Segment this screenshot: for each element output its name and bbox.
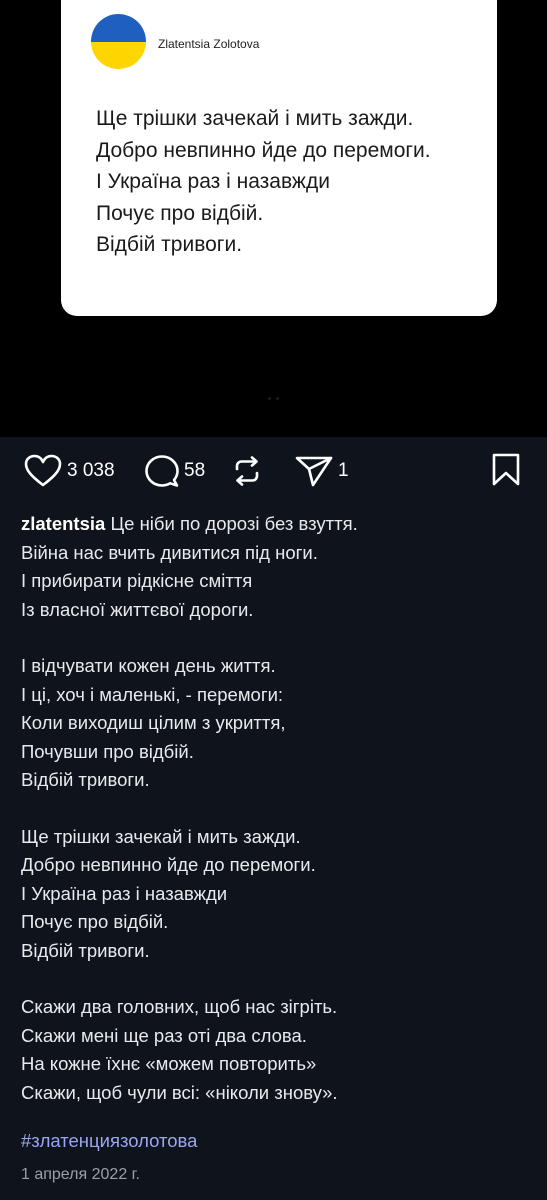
- avatar: [91, 14, 146, 69]
- share-button[interactable]: 1: [294, 454, 349, 488]
- caption-line: І ці, хоч і маленькі, - перемоги:: [21, 683, 284, 705]
- comment-icon: [145, 455, 179, 487]
- caption-line: Ще трішки зачекай і мить зажди.: [21, 825, 301, 847]
- bookmark-icon: [492, 453, 520, 486]
- caption-line: І Україна раз і назавжди: [21, 882, 228, 904]
- shares-count: 1: [338, 460, 349, 481]
- caption-line: Із власної життєвої дороги.: [21, 598, 254, 620]
- caption-line: Війна нас вчить дивитися під ноги.: [21, 541, 318, 563]
- post-date: 1 апреля 2022 г.: [21, 1166, 140, 1183]
- comment-button[interactable]: 58: [144, 454, 205, 488]
- bookmark-button[interactable]: [491, 453, 521, 492]
- like-button[interactable]: 3 038: [23, 454, 115, 488]
- card-poem: Ще трішки зачекай і мить зажди. Добро не…: [96, 103, 491, 261]
- card-author-name: Zlatentsia Zolotova: [158, 37, 260, 51]
- card-poem-line: Почує про відбій.: [96, 201, 264, 225]
- post-details: 3 038 58 1 zlatentsia Це ніби по дорозі …: [0, 437, 547, 1200]
- caption-line: Скажи мені ще раз оті два слова.: [21, 1024, 307, 1046]
- carousel-dots: [0, 397, 547, 400]
- quote-card: Zlatentsia Zolotova Ще трішки зачекай і …: [61, 0, 497, 316]
- likes-count: 3 038: [67, 460, 115, 481]
- post-media[interactable]: Zlatentsia Zolotova Ще трішки зачекай і …: [0, 0, 547, 437]
- caption-line: Скажи два головних, щоб нас зігріть.: [21, 996, 338, 1017]
- post-caption: zlatentsia Це ніби по дорозі без взуття.…: [21, 510, 531, 1107]
- caption-line: І прибирати рідкісне сміття: [21, 570, 253, 591]
- caption-line: Почує про відбій.: [21, 911, 169, 932]
- send-icon: [295, 456, 333, 487]
- caption-first-line: zlatentsia Це ніби по дорозі без взуття.: [21, 510, 531, 539]
- card-poem-line: Відбій тривоги.: [96, 233, 243, 256]
- comments-count: 58: [184, 460, 206, 481]
- caption-line: На кожне їхнє «можем повторить»: [21, 1053, 317, 1074]
- carousel-dot: [268, 397, 271, 400]
- card-poem-line: І Україна раз і назавжди: [96, 170, 330, 193]
- heart-icon: [24, 454, 62, 487]
- stanza-gap: [21, 795, 531, 823]
- repost-icon: [235, 456, 259, 486]
- card-poem-line: Добро невпинно йде до перемоги.: [96, 138, 431, 162]
- repost-button[interactable]: [230, 454, 264, 488]
- carousel-dot: [276, 397, 279, 400]
- hashtag-link[interactable]: #златенциязолотова: [21, 1130, 197, 1152]
- stanza-gap: [21, 624, 531, 652]
- caption-line: Почувши про відбій.: [21, 740, 194, 762]
- caption-line: Відбій тривоги.: [21, 939, 150, 961]
- stanza-gap: [21, 965, 531, 993]
- action-bar: 3 038 58 1: [0, 437, 547, 503]
- caption-line: Відбій тривоги.: [21, 769, 150, 790]
- caption-line: Коли виходиш цілим з укриття,: [21, 712, 286, 733]
- caption-line: Це ніби по дорозі без взуття.: [110, 513, 358, 534]
- flag-yellow-stripe: [91, 41, 146, 69]
- caption-line: Добро невпинно йде до перемоги.: [21, 854, 316, 875]
- card-poem-line: Ще трішки зачекай і мить зажди.: [96, 107, 414, 130]
- flag-blue-stripe: [91, 14, 146, 42]
- caption-line: Скажи, щоб чули всі: «ніколи знову».: [21, 1081, 338, 1103]
- caption-username[interactable]: zlatentsia: [21, 513, 105, 534]
- caption-line: І відчувати кожен день життя.: [21, 655, 276, 676]
